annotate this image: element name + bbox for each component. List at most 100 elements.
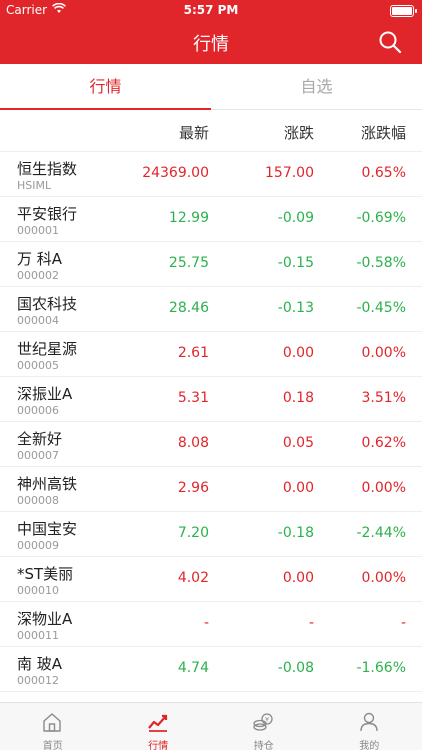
stock-change: -0.15 [277,255,314,271]
stock-code: HSIML [17,179,52,192]
stock-code: 000007 [17,449,59,462]
stock-code: 000008 [17,494,59,507]
stock-change-pct: 0.00% [361,480,406,496]
stock-name: 深振业A [17,385,73,403]
stock-latest: 4.74 [177,660,209,676]
stock-change-pct: -0.45% [356,300,406,316]
stock-row[interactable]: 国农科技 000004 28.46 -0.13 -0.45% [0,287,422,332]
tab-watchlist[interactable]: 自选 [211,64,422,110]
app-header: Carrier 5:57 PM 行情 [0,0,422,64]
stock-row[interactable]: 世纪星源 000005 2.61 0.00 0.00% [0,332,422,377]
stock-row[interactable]: 恒生指数 HSIML 24369.00 157.00 0.65% [0,152,422,197]
stock-latest: - [203,615,209,631]
column-latest[interactable]: 最新 [179,122,209,143]
coins-icon: ¥ [253,713,273,731]
svg-text:¥: ¥ [265,717,269,724]
tabbar-label: 行情 [148,741,169,750]
status-bar: Carrier 5:57 PM [0,0,422,22]
stock-name: 神州高铁 [17,475,78,493]
tabbar-item-home[interactable]: 首页 [0,703,106,750]
stock-change: -0.08 [277,660,314,676]
stock-change: - [308,615,314,631]
stock-change-pct: -0.58% [356,255,406,271]
stock-row[interactable]: 南 玻A 000012 4.74 -0.08 -1.66% [0,647,422,692]
stock-change: 157.00 [265,165,314,181]
home-icon [43,713,61,732]
stock-latest: 24369.00 [142,165,209,181]
stock-change: -0.13 [277,300,314,316]
stock-change: 0.05 [282,435,314,451]
market-chart-icon [147,714,167,732]
stock-code: 000006 [17,404,59,417]
stock-latest: 7.20 [177,525,209,541]
stock-row[interactable]: 万 科A 000002 25.75 -0.15 -0.58% [0,242,422,287]
tabbar-item-market[interactable]: 行情 [106,703,212,750]
segment-tabs: 行情 自选 [0,64,422,110]
stock-name: 世纪星源 [17,340,78,358]
stock-name: 南 玻A [17,655,63,673]
stock-change-pct: -0.69% [356,210,406,226]
tabbar-label: 首页 [42,741,63,750]
stock-code: 000002 [17,269,59,282]
stock-name: 中国宝安 [17,520,78,538]
stock-latest: 28.46 [168,300,209,316]
column-change[interactable]: 涨跌 [284,122,314,143]
stock-change-pct: 0.00% [361,345,406,361]
stock-latest: 5.31 [177,390,209,406]
stock-latest: 8.08 [177,435,209,451]
page-title: 行情 [193,34,229,55]
stock-row[interactable]: *ST美丽 000010 4.02 0.00 0.00% [0,557,422,602]
tabbar-item-profile[interactable]: 我的 [317,703,422,750]
stock-code: 000009 [17,539,59,552]
stock-name: 恒生指数 [17,160,78,178]
stock-row[interactable]: 中国宝安 000009 7.20 -0.18 -2.44% [0,512,422,557]
stock-change-pct: -2.44% [356,525,406,541]
stock-row[interactable]: 深振业A 000006 5.31 0.18 3.51% [0,377,422,422]
bottom-tab-bar: 首页 行情 ¥ 持仓 我的 [0,702,422,750]
stock-name: 全新好 [17,430,63,448]
column-change-pct[interactable]: 涨跌幅 [361,122,406,143]
stock-change-pct: 3.51% [361,390,406,406]
status-time: 5:57 PM [183,3,239,17]
stock-code: 000010 [17,584,59,597]
stock-code: 000001 [17,224,59,237]
stock-change: 0.00 [282,345,314,361]
stock-change: 0.00 [282,480,314,496]
stock-code: 000011 [17,629,59,642]
stock-latest: 2.61 [177,345,209,361]
stock-latest: 4.02 [177,570,209,586]
stock-name: 平安银行 [17,205,78,223]
stock-name: 深物业A [17,610,73,628]
stock-change-pct: 0.62% [361,435,406,451]
battery-icon [390,5,417,17]
stock-code: 000012 [17,674,59,687]
search-icon[interactable] [378,30,402,54]
stock-row[interactable]: 神州高铁 000008 2.96 0.00 0.00% [0,467,422,512]
stock-name: 万 科A [17,250,63,268]
stock-row[interactable]: 深物业A 000011 - - - [0,602,422,647]
stock-latest: 25.75 [168,255,209,271]
stock-name: *ST美丽 [17,565,74,583]
user-icon [359,712,378,732]
stock-code: 000004 [17,314,59,327]
stock-change: 0.00 [282,570,314,586]
stock-row[interactable]: 平安银行 000001 12.99 -0.09 -0.69% [0,197,422,242]
stock-list: 恒生指数 HSIML 24369.00 157.00 0.65% 平安银行 000001 12… [0,152,422,692]
stock-row[interactable]: 全新好 000007 8.08 0.05 0.62% [0,422,422,467]
column-header: 最新 涨跌 涨跌幅 [0,110,422,152]
stock-code: 000005 [17,359,59,372]
tabbar-label: 我的 [359,741,380,750]
stock-change-pct: 0.65% [361,165,406,181]
stock-latest: 12.99 [168,210,209,226]
stock-change-pct: - [400,615,406,631]
stock-change: 0.18 [282,390,314,406]
stock-latest: 2.96 [177,480,209,496]
stock-change-pct: -1.66% [356,660,406,676]
stock-change: -0.18 [277,525,314,541]
tabbar-label: 持仓 [253,741,274,750]
stock-change-pct: 0.00% [361,570,406,586]
stock-change: -0.09 [277,210,314,226]
stock-name: 国农科技 [17,295,78,313]
tab-market[interactable]: 行情 [0,64,211,110]
tabbar-item-holdings[interactable]: ¥ 持仓 [211,703,317,750]
